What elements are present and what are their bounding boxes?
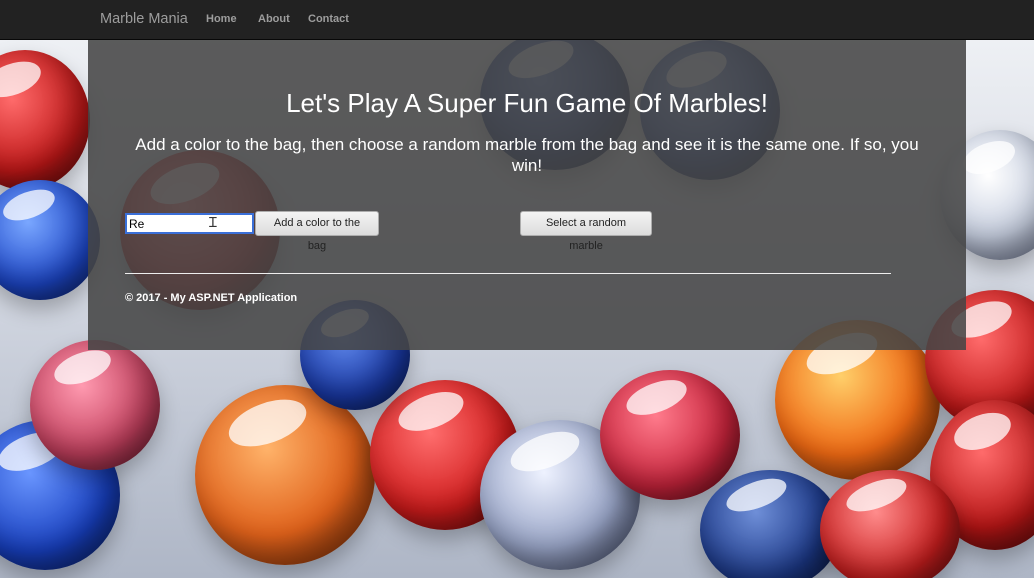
marble-red-right-mid	[600, 370, 740, 500]
footer-divider	[125, 273, 891, 274]
nav-link-contact[interactable]: Contact	[308, 0, 349, 39]
marble-red-left	[0, 50, 90, 190]
main-content-panel: Let's Play A Super Fun Game Of Marbles! …	[88, 40, 966, 350]
color-input[interactable]	[125, 213, 254, 234]
marble-blue-left	[0, 180, 100, 300]
nav-link-about[interactable]: About	[258, 0, 290, 39]
brand-link[interactable]: Marble Mania	[100, 0, 188, 39]
page-subtitle: Add a color to the bag, then choose a ra…	[135, 135, 919, 175]
marble-blue-bottom	[700, 470, 840, 578]
add-color-button[interactable]: Add a color to the bag	[255, 211, 379, 252]
nav-link-home[interactable]: Home	[206, 0, 237, 39]
top-navbar: Marble Mania Home About Contact	[0, 0, 1034, 40]
select-random-marble-button[interactable]: Select a random marble	[520, 211, 652, 252]
page-title: Let's Play A Super Fun Game Of Marbles!	[286, 88, 768, 118]
marble-orange	[195, 385, 375, 565]
marble-pink-left	[30, 340, 160, 470]
marble-red-bottom	[820, 470, 960, 578]
text-cursor-icon: Ɪ	[209, 215, 217, 231]
footer-text: © 2017 - My ASP.NET Application	[125, 292, 298, 304]
